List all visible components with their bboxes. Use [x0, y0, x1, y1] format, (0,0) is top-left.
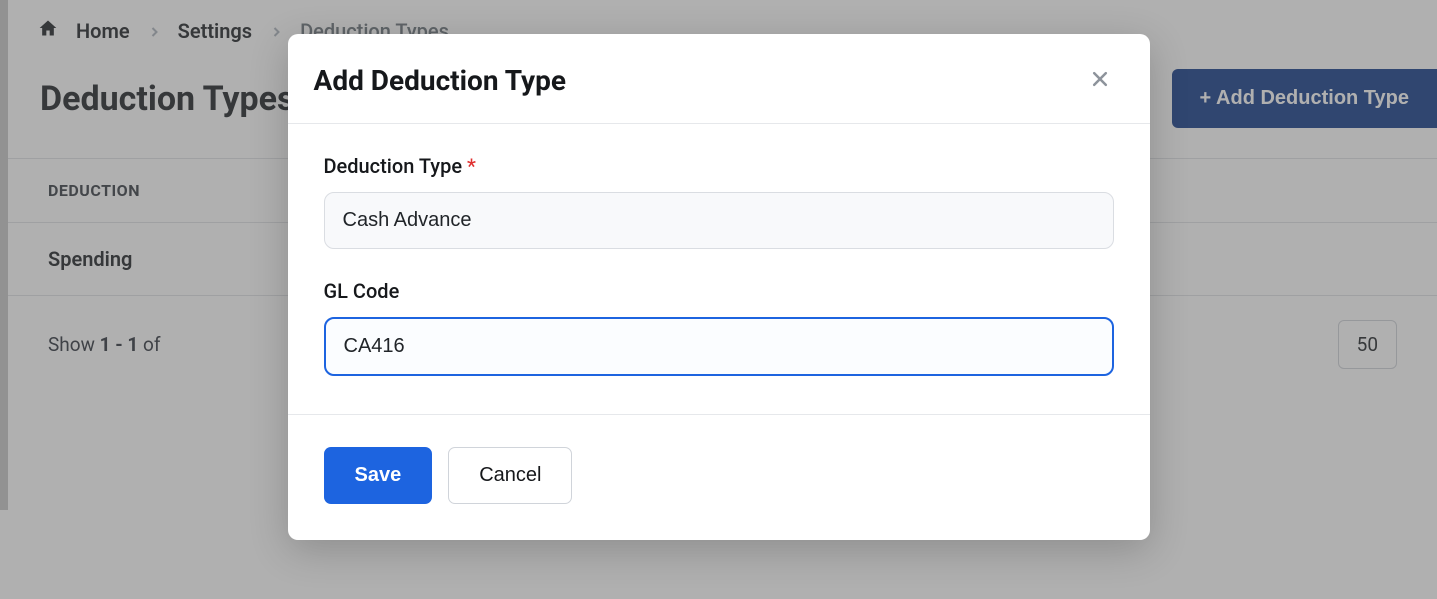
- modal-footer: Save Cancel: [288, 414, 1150, 540]
- modal-header: Add Deduction Type: [288, 34, 1150, 124]
- label-text: Deduction Type: [324, 154, 463, 178]
- field-deduction-type: Deduction Type *: [324, 154, 1114, 249]
- save-button[interactable]: Save: [324, 447, 433, 504]
- gl-code-label: GL Code: [324, 279, 1114, 303]
- required-mark: *: [467, 154, 476, 178]
- deduction-type-label: Deduction Type *: [324, 154, 1114, 178]
- modal-overlay[interactable]: Add Deduction Type Deduction Type * GL C…: [0, 0, 1437, 599]
- gl-code-input[interactable]: [324, 317, 1114, 376]
- modal-title: Add Deduction Type: [314, 64, 567, 97]
- modal-body: Deduction Type * GL Code: [288, 124, 1150, 414]
- field-gl-code: GL Code: [324, 279, 1114, 376]
- deduction-type-input[interactable]: [324, 192, 1114, 249]
- add-deduction-type-modal: Add Deduction Type Deduction Type * GL C…: [288, 34, 1150, 540]
- close-icon[interactable]: [1086, 65, 1114, 97]
- cancel-button[interactable]: Cancel: [448, 447, 572, 504]
